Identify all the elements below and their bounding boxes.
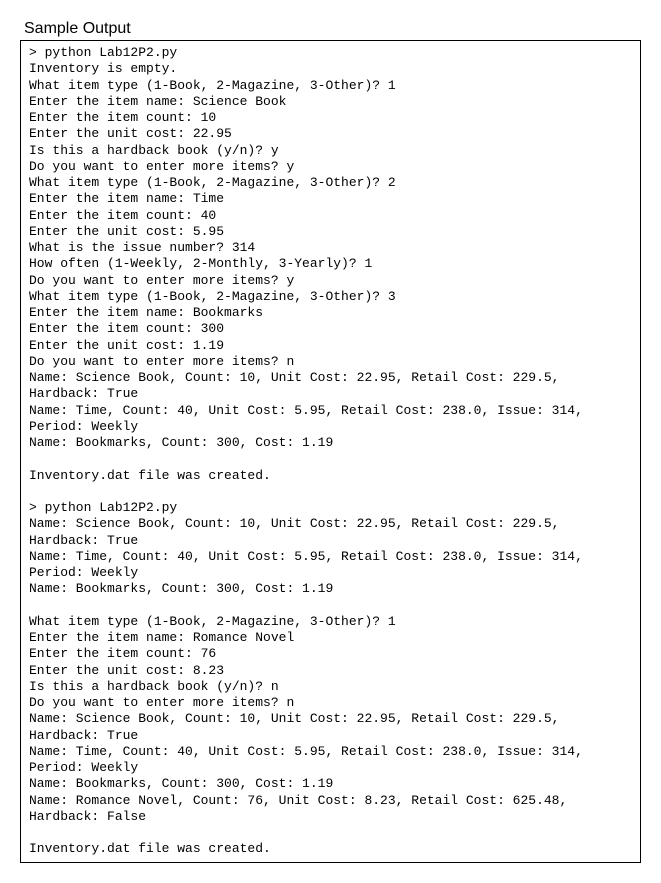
terminal-output-box: > python Lab12P2.py Inventory is empty. … bbox=[20, 40, 641, 863]
section-title: Sample Output bbox=[24, 20, 641, 38]
